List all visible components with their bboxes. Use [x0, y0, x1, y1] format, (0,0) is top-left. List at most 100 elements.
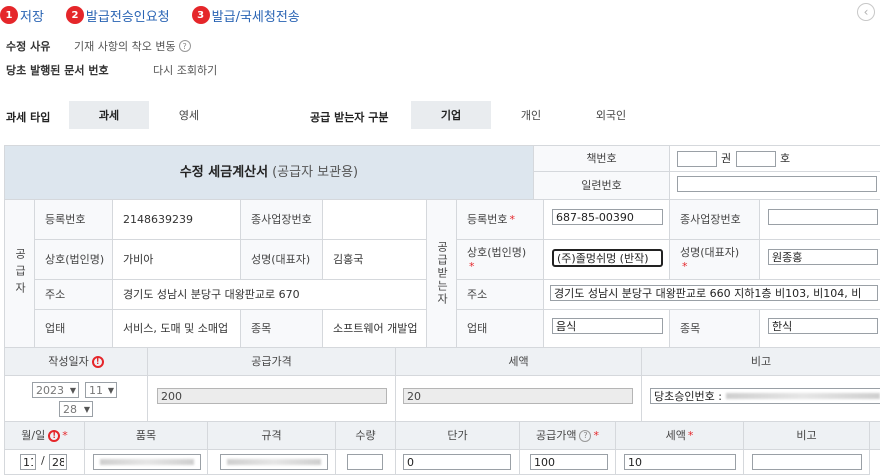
redacted-text [227, 459, 321, 465]
step-number: 1 [0, 6, 18, 24]
step-approval-request[interactable]: 2 발급전승인요청 [65, 6, 170, 25]
supplier-address-label: 주소 [35, 280, 113, 310]
receiver-biz-label: 업태 [457, 310, 544, 348]
receiver-type-tabs: 기업 개인 외국인 [411, 101, 651, 129]
item-month-input[interactable] [20, 454, 36, 470]
required-mark: * [682, 259, 688, 273]
month-value: 11 [89, 383, 103, 397]
receiver-ceo-input[interactable] [768, 249, 878, 265]
step-label: 발급/국세청전송 [211, 9, 300, 25]
month-select[interactable]: 11 ▼ [85, 382, 117, 398]
receiver-type-label: 공급 받는자 구분 [310, 111, 389, 124]
warning-icon: ! [48, 429, 61, 442]
item-tax-input[interactable] [624, 454, 736, 470]
chevron-down-icon: ▼ [83, 404, 90, 414]
book-number-label: 책번호 [534, 146, 670, 172]
receiver-branch-label: 종사업장번호 [670, 200, 760, 240]
supplier-address-value: 경기도 성남시 분당구 대왕판교로 670 [113, 280, 427, 310]
day-select[interactable]: 28 ▼ [59, 401, 93, 417]
item-tax-header: 세액 * [616, 422, 744, 450]
required-mark: * [593, 428, 599, 442]
receiver-reg-input[interactable] [552, 209, 663, 225]
help-icon[interactable]: ? [178, 40, 191, 52]
supplier-reg-label: 등록번호 [35, 200, 113, 240]
supplier-name-label: 상호(법인명) [35, 240, 113, 280]
receiver-reg-label: 등록번호 * [457, 200, 544, 240]
supplier-item-value: 소프트웨어 개발업 [323, 310, 427, 348]
receiver-item-input[interactable] [768, 318, 878, 334]
item-date-header-text: 월/일 [21, 428, 46, 442]
supplier-item-label: 종목 [241, 310, 323, 348]
receiver-side-text: 공급받는자 [435, 241, 449, 306]
receiver-reg-label-text: 등록번호 [467, 212, 508, 226]
supplier-branch-label: 종사업장번호 [241, 200, 323, 240]
help-icon[interactable]: ? [579, 429, 592, 442]
serial-number-label: 일련번호 [534, 172, 670, 200]
receiver-name-input[interactable] [552, 249, 663, 267]
receiver-side-label: 공급받는자 [427, 200, 457, 348]
item-supply-input[interactable] [530, 454, 608, 470]
step-save[interactable]: 1 저장 [0, 6, 44, 25]
invoice-subtitle: (공급자 보관용) [272, 164, 359, 180]
step-number: 3 [191, 6, 210, 24]
date-separator: / [41, 454, 45, 467]
required-mark: * [509, 212, 515, 226]
required-mark: * [687, 428, 694, 442]
receiver-item-label: 종목 [670, 310, 760, 348]
supply-price-header: 공급가격 [148, 348, 396, 376]
year-value: 2023 [36, 383, 64, 397]
receiver-biz-input[interactable] [552, 318, 663, 334]
note-prefix: 당초승인번호 : [654, 390, 722, 403]
item-note-header: 비고 [744, 422, 870, 450]
supplier-side-text: 공급자 [13, 248, 27, 299]
tab-zero-rated[interactable]: 영세 [149, 101, 229, 129]
date-header: 작성일자! [5, 348, 148, 376]
tax-type-label: 과세 타입 [6, 111, 51, 124]
note-input[interactable]: 당초승인번호 : [650, 388, 880, 404]
reason-row: 수정 사유 기재 사항의 착오 변동 ? [6, 38, 191, 54]
supplier-ceo-value: 김홍국 [323, 240, 427, 280]
date-header-text: 작성일자 [48, 354, 89, 368]
receiver-branch-input[interactable] [768, 209, 878, 225]
item-note-input[interactable] [752, 454, 862, 470]
item-date-header: 월/일! * [5, 422, 85, 450]
supplier-name-value: 가비아 [113, 240, 241, 280]
step-label: 발급전승인요청 [85, 9, 170, 25]
item-tax-header-text: 세액 [665, 428, 686, 442]
supplier-reg-value: 2148639239 [113, 200, 241, 240]
tab-individual[interactable]: 개인 [491, 101, 571, 129]
item-name-input[interactable] [93, 454, 201, 470]
book-number-input[interactable] [736, 151, 776, 167]
year-select[interactable]: 2023 ▼ [32, 382, 79, 398]
tab-taxable[interactable]: 과세 [69, 101, 149, 129]
redacted-text [100, 459, 194, 465]
step-issue-send[interactable]: 3 발급/국세청전송 [191, 6, 300, 25]
serial-number-input[interactable] [677, 176, 877, 192]
invoice-title: 수정 세금계산서 (공급자 보관용) [5, 146, 534, 200]
step-number: 2 [65, 6, 84, 24]
tab-foreigner[interactable]: 외국인 [571, 101, 651, 129]
doc-row: 당초 발행된 문서 번호 다시 조회하기 [6, 62, 217, 78]
tab-business[interactable]: 기업 [411, 101, 491, 129]
required-mark: * [469, 259, 475, 273]
receiver-address-input[interactable] [550, 285, 878, 301]
item-spec-input[interactable] [220, 454, 328, 470]
item-name-header: 품목 [85, 422, 208, 450]
item-day-input[interactable] [49, 454, 67, 470]
re-search-link[interactable]: 다시 조회하기 [153, 62, 217, 78]
item-extra-header [870, 422, 880, 450]
item-unit-price-input[interactable] [403, 454, 511, 470]
chevron-down-icon: ▼ [69, 385, 76, 395]
receiver-name-label-text: 상호(법인명) [467, 245, 527, 259]
receiver-address-label: 주소 [457, 280, 544, 310]
item-date-cell: / [5, 450, 85, 475]
back-icon[interactable]: ‹ [857, 3, 875, 21]
note-header: 비고 [642, 348, 880, 376]
supplier-ceo-label: 성명(대표자) [241, 240, 323, 280]
supplier-biz-value: 서비스, 도매 및 소매업 [113, 310, 241, 348]
reason-label: 수정 사유 [6, 40, 51, 53]
book-volume-input[interactable] [677, 151, 717, 167]
step-bar: 1 저장 2 발급전승인요청 3 발급/국세청전송 [0, 4, 308, 26]
item-unit-price-header: 단가 [396, 422, 520, 450]
item-qty-input[interactable] [347, 454, 383, 470]
